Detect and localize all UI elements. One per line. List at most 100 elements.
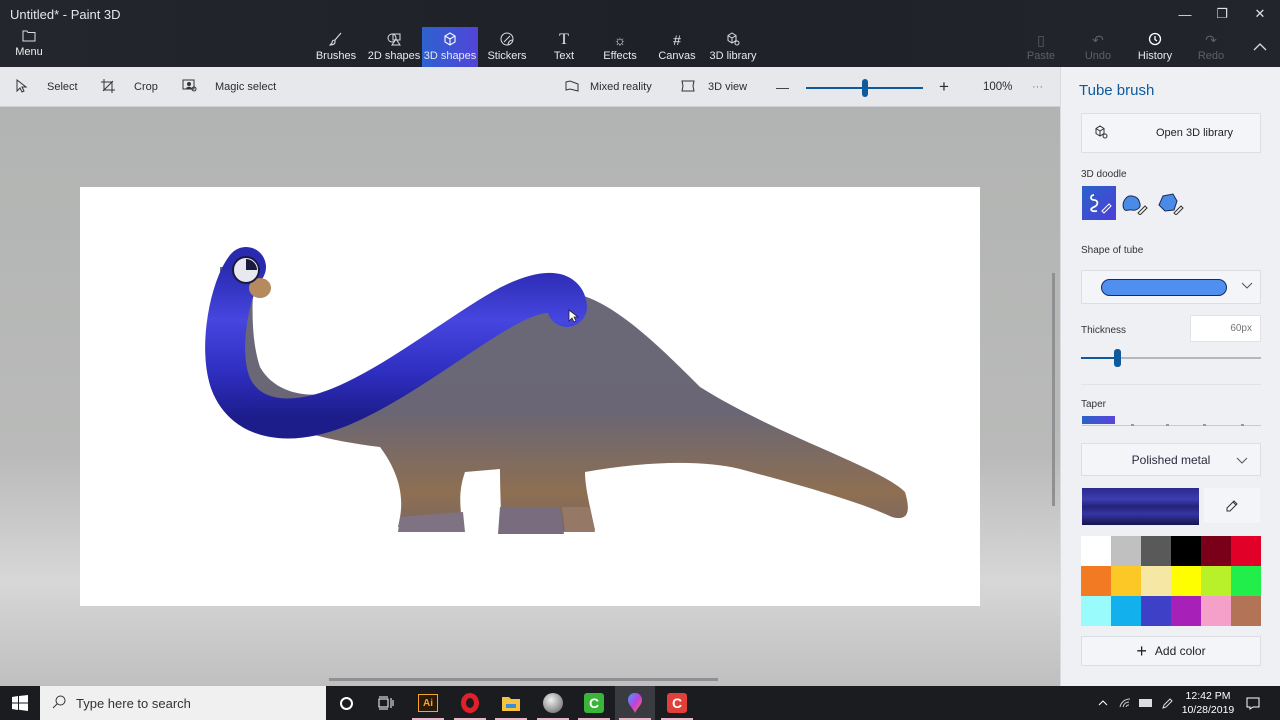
add-color-button[interactable]: + Add color	[1081, 636, 1261, 666]
color-swatch[interactable]	[1111, 596, 1141, 626]
tab-canvas[interactable]: # Canvas	[656, 27, 698, 67]
thickness-slider-track[interactable]	[1117, 357, 1261, 359]
thickness-slider-thumb[interactable]	[1114, 349, 1121, 367]
task-view-button[interactable]	[366, 686, 406, 720]
taper-label: Taper	[1081, 399, 1107, 410]
thickness-input[interactable]: 60px	[1190, 315, 1261, 342]
tab-brushes[interactable]: Brushes	[314, 27, 358, 67]
color-swatch[interactable]	[1081, 596, 1111, 626]
tube-doodle-icon	[1090, 194, 1112, 214]
collapse-ribbon-button[interactable]	[1248, 36, 1272, 56]
open-3d-library-button[interactable]: Open 3D library	[1081, 113, 1261, 153]
taskbar-search[interactable]: Type here to search	[40, 686, 326, 720]
more-options-button[interactable]: ···	[1032, 67, 1043, 107]
crop-button[interactable]: Crop	[100, 67, 158, 107]
maximize-button[interactable]: ❐	[1203, 0, 1241, 28]
taper-tick[interactable]	[1131, 424, 1134, 426]
tab-3d-shapes[interactable]: 3D shapes	[422, 27, 478, 67]
cortana-button[interactable]	[326, 686, 366, 720]
horizontal-scrollbar[interactable]	[329, 678, 718, 681]
material-value: Polished metal	[1131, 452, 1211, 467]
tab-label: Brushes	[315, 50, 357, 62]
paint-3d-app[interactable]	[615, 686, 655, 720]
illustrator-icon: Ai	[418, 694, 438, 712]
mixed-reality-button[interactable]: Mixed reality	[564, 67, 652, 107]
zoom-in-button[interactable]: +	[939, 67, 949, 107]
close-icon: ✕	[1254, 6, 1266, 21]
vertical-scrollbar[interactable]	[1052, 273, 1055, 506]
zoom-slider-thumb[interactable]	[861, 79, 868, 97]
undo-button[interactable]: ↶ Undo	[1080, 27, 1116, 67]
tab-2d-shapes[interactable]: 2D shapes	[366, 27, 422, 67]
select-button[interactable]: Select	[13, 67, 78, 107]
color-swatch[interactable]	[1111, 536, 1141, 566]
start-button[interactable]	[0, 686, 40, 720]
shape-of-tube-label: Shape of tube	[1081, 245, 1144, 256]
magic-select-button[interactable]: Magic select	[181, 67, 276, 107]
folder-icon	[502, 697, 520, 711]
show-hidden-icons-button[interactable]	[1094, 686, 1112, 720]
taper-tick[interactable]	[1166, 424, 1169, 426]
opera-app[interactable]	[450, 686, 490, 720]
zoom-out-button[interactable]: —	[776, 67, 789, 107]
browser-app[interactable]	[533, 686, 573, 720]
add-color-label: Add color	[1154, 644, 1206, 658]
redo-button[interactable]: ↷ Redo	[1194, 27, 1228, 67]
undo-icon: ↶	[1092, 32, 1104, 48]
color-swatch[interactable]	[1171, 536, 1201, 566]
pen-tray-icon[interactable]	[1158, 686, 1176, 720]
color-swatch[interactable]	[1141, 566, 1171, 596]
taper-option-selected[interactable]	[1082, 416, 1115, 424]
3d-view-button[interactable]: 3D view	[680, 67, 747, 107]
3d-view-icon	[680, 80, 696, 95]
material-dropdown[interactable]: Polished metal	[1081, 443, 1261, 476]
color-swatch[interactable]	[1231, 596, 1261, 626]
color-swatch[interactable]	[1231, 566, 1261, 596]
folder-icon	[10, 30, 48, 46]
current-color-swatch[interactable]	[1082, 488, 1199, 525]
close-button[interactable]: ✕	[1241, 0, 1279, 28]
taper-slider-track[interactable]	[1082, 425, 1261, 426]
network-tray-icon[interactable]	[1116, 686, 1134, 720]
tab-3d-library[interactable]: 3D library	[708, 27, 758, 67]
history-button[interactable]: History	[1134, 27, 1176, 67]
illustrator-app[interactable]: Ai	[408, 686, 448, 720]
color-swatch[interactable]	[1231, 536, 1261, 566]
color-swatch[interactable]	[1201, 566, 1231, 596]
soft-doodle-button[interactable]	[1118, 186, 1152, 220]
canvas-artwork	[205, 247, 908, 534]
opera-icon	[461, 693, 479, 713]
color-swatch[interactable]	[1171, 596, 1201, 626]
battery-tray-icon[interactable]	[1136, 686, 1156, 720]
minimize-button[interactable]: —	[1166, 0, 1204, 28]
color-swatch[interactable]	[1171, 566, 1201, 596]
sharp-doodle-button[interactable]	[1154, 186, 1188, 220]
taskbar-clock[interactable]: 12:42 PM 10/28/2019	[1176, 689, 1240, 717]
open-3d-library-label: Open 3D library	[1156, 127, 1234, 139]
color-swatch[interactable]	[1141, 536, 1171, 566]
taper-tick[interactable]	[1203, 424, 1206, 426]
tab-effects[interactable]: ☼ Effects	[598, 27, 642, 67]
drawing-canvas[interactable]	[80, 187, 980, 606]
paste-button[interactable]: ▯ Paste	[1024, 27, 1058, 67]
color-swatch[interactable]	[1201, 596, 1231, 626]
secondary-toolbar: Select Crop Magic select Mixed reality 3…	[0, 67, 1060, 107]
color-swatch[interactable]	[1081, 536, 1111, 566]
tab-stickers[interactable]: Stickers	[484, 27, 530, 67]
shape-of-tube-dropdown[interactable]	[1081, 270, 1261, 304]
file-explorer-app[interactable]	[491, 686, 531, 720]
menu-button[interactable]: Menu	[10, 30, 48, 64]
camtasia-app[interactable]: C	[574, 686, 614, 720]
camtasia-recorder-app[interactable]: C	[657, 686, 697, 720]
color-swatch[interactable]	[1201, 536, 1231, 566]
text-icon: T	[559, 31, 569, 48]
tab-text[interactable]: T Text	[544, 27, 584, 67]
paste-label: Paste	[1026, 50, 1056, 62]
color-swatch[interactable]	[1141, 596, 1171, 626]
color-swatch[interactable]	[1081, 566, 1111, 596]
tube-doodle-button[interactable]	[1082, 186, 1116, 220]
action-center-button[interactable]	[1242, 686, 1264, 720]
eyedropper-button[interactable]	[1204, 488, 1260, 523]
color-swatch[interactable]	[1111, 566, 1141, 596]
taper-tick[interactable]	[1241, 424, 1244, 426]
